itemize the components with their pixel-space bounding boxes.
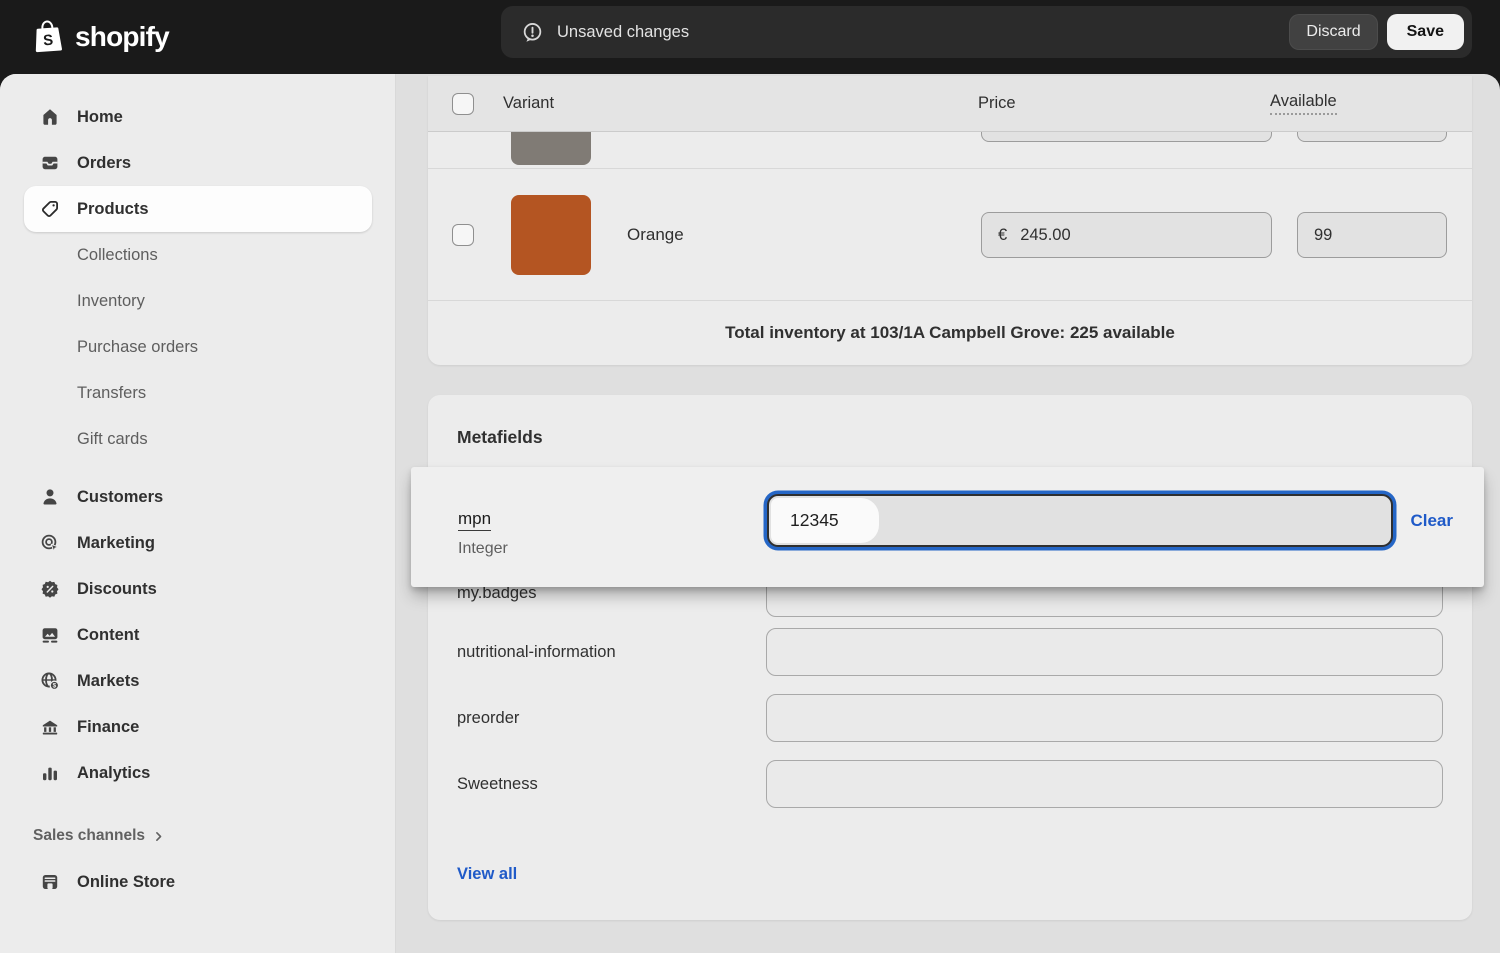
sidebar-item-customers[interactable]: Customers: [24, 474, 372, 520]
app-frame: Home Orders Products Collections Invento…: [0, 74, 1500, 953]
chevron-right-icon: [152, 830, 165, 843]
sidebar-item-label: Home: [77, 108, 123, 127]
sidebar-item-purchase-orders[interactable]: Purchase orders: [24, 324, 372, 370]
available-input[interactable]: [1297, 132, 1447, 142]
topbar: S shopify Unsaved changes Discard Save: [0, 0, 1500, 74]
metafield-row-nutritional-information: nutritional-information: [428, 628, 1472, 676]
sidebar-item-transfers[interactable]: Transfers: [24, 370, 372, 416]
target-icon: [40, 533, 60, 553]
price-input[interactable]: € 245.00: [981, 212, 1272, 258]
discount-badge-icon: [40, 579, 60, 599]
available-input[interactable]: 99: [1297, 212, 1447, 258]
sidebar-item-analytics[interactable]: Analytics: [24, 750, 372, 796]
variant-row-orange: Orange € 245.00 99: [428, 169, 1472, 301]
clipped-variant-row: [428, 132, 1472, 169]
variant-column-header: Variant: [503, 94, 554, 113]
shopify-logo[interactable]: S shopify: [30, 0, 169, 74]
metafield-label: preorder: [457, 694, 519, 742]
sidebar-item-online-store[interactable]: Online Store: [24, 859, 372, 905]
sidebar-item-label: Orders: [77, 154, 131, 173]
sidebar-item-label: Inventory: [77, 292, 145, 311]
metafields-title: Metafields: [457, 427, 543, 448]
unsaved-changes-message: Unsaved changes: [557, 23, 1289, 42]
select-all-checkbox[interactable]: [452, 93, 474, 115]
home-icon: [40, 107, 60, 127]
available-value: 99: [1314, 226, 1332, 245]
sidebar-item-gift-cards[interactable]: Gift cards: [24, 416, 372, 462]
image-icon: [40, 625, 60, 645]
shopify-wordmark: shopify: [75, 21, 169, 53]
sidebar-item-collections[interactable]: Collections: [24, 232, 372, 278]
total-inventory-row: Total inventory at 103/1A Campbell Grove…: [428, 301, 1472, 365]
person-icon: [40, 487, 60, 507]
sidebar-item-discounts[interactable]: Discounts: [24, 566, 372, 612]
sidebar: Home Orders Products Collections Invento…: [0, 74, 396, 953]
mpn-input[interactable]: 12345: [767, 494, 1393, 547]
sidebar-item-label: Products: [77, 200, 149, 219]
view-all-link[interactable]: View all: [457, 865, 517, 884]
bar-chart-icon: [40, 763, 60, 783]
sidebar-item-markets[interactable]: $ Markets: [24, 658, 372, 704]
sidebar-item-label: Discounts: [77, 580, 157, 599]
variant-swatch[interactable]: [511, 195, 591, 275]
variants-card: Variant Price Available Orange € 245.00 …: [428, 76, 1472, 365]
alert-bubble-icon: [521, 21, 544, 44]
mpn-input-value: 12345: [790, 496, 839, 545]
sidebar-item-label: Customers: [77, 488, 163, 507]
variant-swatch: [511, 132, 591, 165]
main-content: Variant Price Available Orange € 245.00 …: [397, 74, 1500, 953]
metafield-label: nutritional-information: [457, 628, 616, 676]
sales-channels-label: Sales channels: [33, 827, 145, 845]
sidebar-item-orders[interactable]: Orders: [24, 140, 372, 186]
metafield-row-preorder: preorder: [428, 694, 1472, 742]
globe-dollar-icon: $: [40, 671, 60, 691]
bank-icon: [40, 717, 60, 737]
sidebar-item-label: Collections: [77, 246, 158, 265]
clear-link[interactable]: Clear: [1410, 511, 1453, 531]
sidebar-item-label: Analytics: [77, 764, 150, 783]
sidebar-item-label: Gift cards: [77, 430, 148, 449]
metafield-input[interactable]: [766, 694, 1443, 742]
discard-button[interactable]: Discard: [1289, 14, 1377, 50]
sales-channels-heading[interactable]: Sales channels: [33, 813, 395, 859]
sidebar-item-label: Transfers: [77, 384, 146, 403]
sidebar-item-content[interactable]: Content: [24, 612, 372, 658]
price-column-header: Price: [978, 94, 1016, 113]
mpn-editor-panel: mpn Integer 12345 Clear: [411, 467, 1484, 587]
metafield-label: Sweetness: [457, 760, 538, 808]
shopify-bag-icon: S: [30, 17, 66, 57]
sidebar-item-products[interactable]: Products: [24, 186, 372, 232]
variant-table-header: Variant Price Available: [428, 76, 1472, 132]
currency-symbol: €: [998, 226, 1007, 245]
unsaved-changes-bar: Unsaved changes Discard Save: [501, 6, 1472, 58]
tag-icon: [40, 199, 60, 219]
mpn-field-name[interactable]: mpn: [458, 509, 491, 531]
sidebar-item-label: Content: [77, 626, 139, 645]
sidebar-item-label: Online Store: [77, 873, 175, 892]
sidebar-item-label: Purchase orders: [77, 338, 198, 357]
sidebar-section-gap: [0, 796, 395, 813]
metafield-input[interactable]: [766, 628, 1443, 676]
sidebar-item-label: Markets: [77, 672, 139, 691]
price-value: 245.00: [1020, 226, 1070, 245]
svg-text:S: S: [43, 32, 54, 50]
metafield-input[interactable]: [766, 760, 1443, 808]
metafield-row-sweetness: Sweetness: [428, 760, 1472, 808]
variant-name: Orange: [627, 169, 684, 301]
sidebar-item-inventory[interactable]: Inventory: [24, 278, 372, 324]
mpn-field-type: Integer: [458, 540, 508, 558]
price-input[interactable]: [981, 132, 1272, 142]
sidebar-item-label: Finance: [77, 718, 139, 737]
variant-checkbox[interactable]: [452, 224, 474, 246]
sidebar-item-label: Marketing: [77, 534, 155, 553]
sidebar-item-finance[interactable]: Finance: [24, 704, 372, 750]
orders-icon: [40, 153, 60, 173]
sidebar-divider-gap: [0, 462, 395, 474]
available-column-header[interactable]: Available: [1270, 92, 1337, 115]
storefront-icon: [40, 872, 60, 892]
sidebar-item-marketing[interactable]: Marketing: [24, 520, 372, 566]
save-button[interactable]: Save: [1387, 14, 1464, 50]
svg-text:$: $: [53, 683, 57, 690]
sidebar-item-home[interactable]: Home: [24, 94, 372, 140]
